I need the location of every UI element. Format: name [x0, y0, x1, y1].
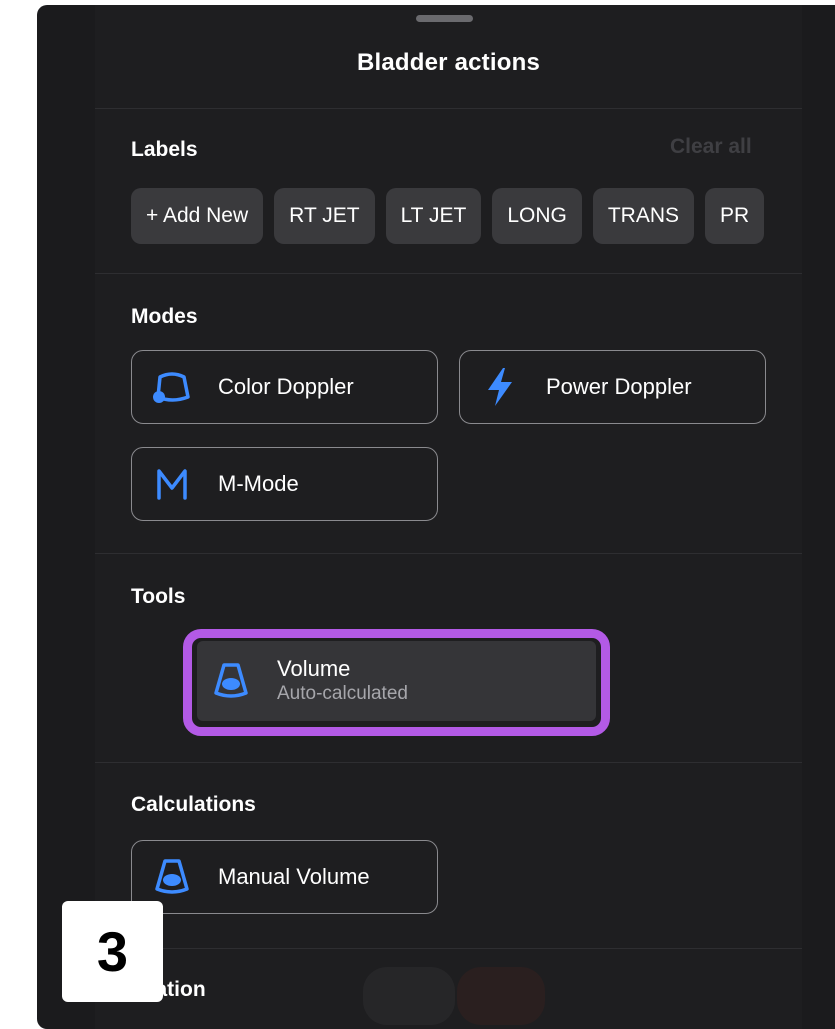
color-doppler-button[interactable]: Color Doppler: [131, 350, 438, 424]
sheet-title: Bladder actions: [356, 49, 541, 76]
tools-heading: Tools: [131, 585, 186, 608]
label-chip-lt-jet[interactable]: LT JET: [385, 188, 482, 244]
faded-control-shape: [457, 967, 545, 1025]
m-mode-icon: [152, 464, 192, 504]
m-mode-label: M-Mode: [218, 471, 299, 496]
label-chip-rt-jet[interactable]: RT JET: [274, 188, 375, 244]
power-doppler-button[interactable]: Power Doppler: [459, 350, 766, 424]
color-doppler-icon: [152, 367, 192, 407]
divider: [95, 948, 802, 949]
volume-tool-button[interactable]: Volume Auto-calculated: [197, 641, 596, 721]
divider: [95, 762, 802, 763]
faded-control-shape: [363, 967, 455, 1025]
bottom-sheet: Bladder actions Labels Clear all + Add N…: [37, 5, 835, 1029]
add-new-label-chip[interactable]: + Add New: [131, 188, 264, 244]
label-chip-pr[interactable]: PR: [705, 188, 765, 244]
calculations-heading: Calculations: [131, 793, 256, 816]
label-chip-trans[interactable]: TRANS: [592, 188, 695, 244]
volume-label: Volume: [277, 656, 351, 681]
bladder-volume-icon: [152, 857, 192, 897]
divider: [95, 553, 802, 554]
manual-volume-label: Manual Volume: [218, 864, 370, 889]
modes-heading: Modes: [131, 305, 198, 328]
divider: [95, 108, 802, 109]
clear-all-button[interactable]: Clear all: [670, 135, 752, 159]
lightning-bolt-icon: [480, 367, 520, 407]
step-number-badge: 3: [62, 901, 163, 1002]
label-chips: + Add New RT JET LT JET LONG TRANS PR: [131, 188, 775, 244]
power-doppler-label: Power Doppler: [546, 374, 692, 399]
label-chip-long[interactable]: LONG: [492, 188, 582, 244]
color-doppler-label: Color Doppler: [218, 374, 354, 399]
labels-heading: Labels: [131, 138, 198, 161]
manual-volume-button[interactable]: Manual Volume: [131, 840, 438, 914]
sheet-content: Bladder actions Labels Clear all + Add N…: [95, 5, 802, 1029]
drag-handle[interactable]: [416, 15, 473, 22]
divider: [95, 273, 802, 274]
volume-sublabel: Auto-calculated: [277, 683, 408, 704]
bladder-volume-icon: [211, 661, 251, 701]
m-mode-button[interactable]: M-Mode: [131, 447, 438, 521]
